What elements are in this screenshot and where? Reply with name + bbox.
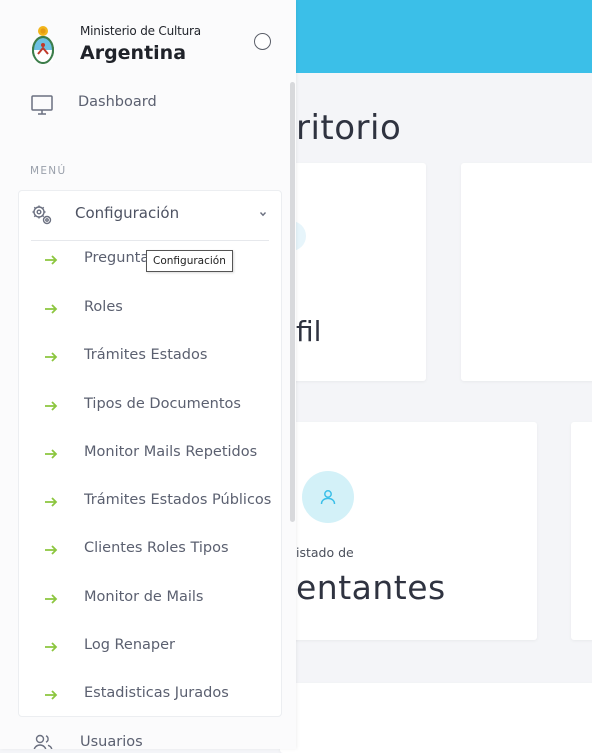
sidebar-subitem[interactable]: Trámites Estados <box>19 341 281 375</box>
arrow-right-icon <box>45 594 58 604</box>
sidebar-item-usuarios[interactable]: Usuarios <box>0 730 285 749</box>
sidebar-subitem-label: Trámites Estados <box>84 347 208 363</box>
sidebar-subitem-label: Clientes Roles Tipos <box>84 540 229 556</box>
bottom-panel <box>280 683 592 753</box>
brand-title: Argentina <box>80 42 187 64</box>
sidebar-item-configuracion[interactable]: Configuración <box>19 191 281 239</box>
page-title: ritorio <box>296 108 402 148</box>
sidebar-subitem-label: Tipos de Documentos <box>84 396 241 412</box>
sidebar-scrollbar[interactable] <box>290 82 295 522</box>
sidebar-subitem-label: Monitor Mails Repetidos <box>84 444 258 460</box>
arrow-right-icon <box>45 449 58 459</box>
arrow-right-icon <box>45 545 58 555</box>
representatives-card-title: entantes <box>296 568 446 607</box>
arrow-right-icon <box>45 690 58 700</box>
sidebar-subitem-label: Log Renaper <box>84 637 176 653</box>
sidebar-subitem[interactable]: Log Renaper <box>19 631 281 665</box>
sidebar-item-dashboard[interactable]: Dashboard <box>0 88 285 126</box>
tooltip: Configuración <box>146 250 233 272</box>
summary-card[interactable] <box>461 163 592 381</box>
secondary-card[interactable] <box>571 422 592 640</box>
brand-subtitle: Ministerio de Cultura <box>80 24 201 38</box>
sidebar-subitem[interactable]: Estadisticas Jurados <box>19 679 281 713</box>
sidebar-subitem-label: Trámites Estados Públicos <box>84 492 272 508</box>
representatives-card[interactable] <box>280 422 537 640</box>
users-icon <box>33 734 53 749</box>
sidebar-subitem-label: Roles <box>84 299 123 315</box>
profile-card[interactable] <box>280 163 426 381</box>
sidebar-subitem-label: Estadisticas Jurados <box>84 685 229 701</box>
sidebar-subitem[interactable]: Tipos de Documentos <box>19 390 281 424</box>
representatives-card-subtitle: istado de <box>296 545 354 560</box>
sidebar-toggle[interactable] <box>254 33 271 50</box>
arrow-right-icon <box>45 255 58 265</box>
sidebar-subitem[interactable]: Clientes Roles Tipos <box>19 534 281 568</box>
sidebar-subitem[interactable]: Monitor de Mails <box>19 583 281 617</box>
menu-section-title: MENÚ <box>30 165 67 177</box>
sidebar: Ministerio de Cultura Argentina Dashboar… <box>0 0 296 749</box>
profile-card-title: fil <box>296 315 322 348</box>
sidebar-subitem-label: Monitor de Mails <box>84 589 204 605</box>
arrow-right-icon <box>45 304 58 314</box>
divider <box>31 240 269 241</box>
sidebar-item-label: Dashboard <box>78 94 157 110</box>
sidebar-item-label: Configuración <box>75 204 180 222</box>
sidebar-subitem[interactable]: Roles <box>19 293 281 327</box>
sidebar-item-label: Usuarios <box>80 734 143 749</box>
sidebar-subitem[interactable]: Trámites Estados Públicos <box>19 486 281 520</box>
brand[interactable]: Ministerio de Cultura Argentina <box>0 0 296 80</box>
arrow-right-icon <box>45 497 58 507</box>
coat-of-arms-icon <box>32 26 54 64</box>
arrow-right-icon <box>45 352 58 362</box>
arrow-right-icon <box>45 401 58 411</box>
user-icon <box>302 471 354 523</box>
monitor-icon <box>31 95 53 115</box>
sidebar-subitem[interactable]: Monitor Mails Repetidos <box>19 438 281 472</box>
chevron-down-icon[interactable] <box>258 209 268 219</box>
arrow-right-icon <box>45 642 58 652</box>
gear-icon <box>32 205 52 225</box>
